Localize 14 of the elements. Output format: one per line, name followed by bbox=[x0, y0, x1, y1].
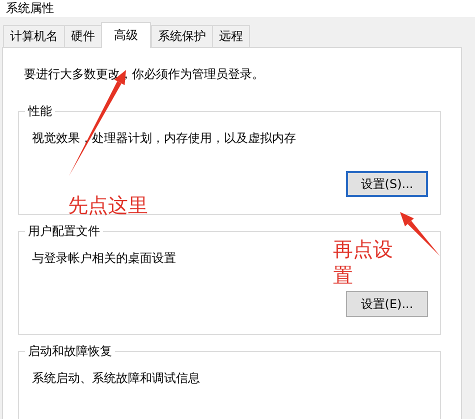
annotation-text: 先点这里 bbox=[68, 192, 148, 218]
settings-button[interactable]: 设置(E)... bbox=[346, 291, 428, 317]
group-title: 用户配置文件 bbox=[25, 223, 103, 240]
window-title: 系统属性 bbox=[6, 0, 54, 17]
tab[interactable]: 计算机名 bbox=[3, 25, 65, 47]
tab[interactable]: 远程 bbox=[212, 25, 250, 47]
tab[interactable]: 高级 bbox=[101, 22, 151, 48]
group-description: 与登录帐户相关的桌面设置 bbox=[32, 250, 176, 267]
group-description: 系统启动、系统故障和调试信息 bbox=[32, 370, 200, 387]
group-title: 启动和故障恢复 bbox=[25, 343, 115, 360]
annotation-text: 再点设置 bbox=[333, 236, 394, 288]
group-title: 性能 bbox=[25, 103, 55, 120]
tab[interactable]: 系统保护 bbox=[151, 25, 213, 47]
settings-button[interactable]: 设置(S)... bbox=[346, 171, 428, 197]
